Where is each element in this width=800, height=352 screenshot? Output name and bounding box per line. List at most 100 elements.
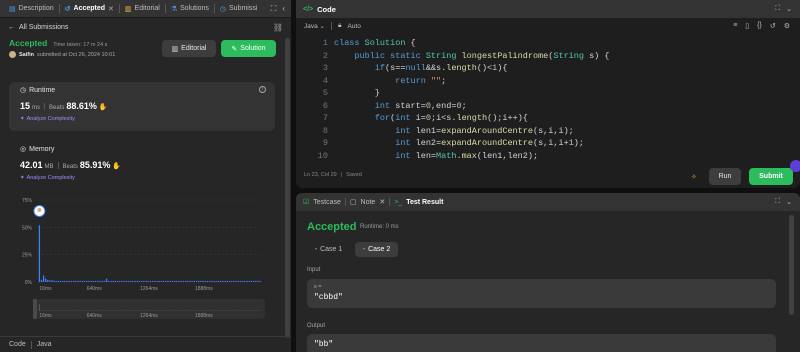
mini-bar (47, 310, 49, 311)
lock-icon: 🔒︎ (338, 22, 342, 29)
case-tab-1[interactable]: • Case 1 (307, 242, 350, 257)
mini-bar (218, 310, 220, 311)
bar (206, 280, 209, 282)
mini-bar (244, 310, 246, 311)
tab-testcase[interactable]: Testcase (313, 199, 341, 206)
close-icon[interactable]: ✕ (108, 5, 114, 13)
runtime-card[interactable]: ◷ Runtime i 15 ms Beats 88.61% ✋ ✦ Analyze… (9, 82, 275, 131)
mode-label[interactable]: Auto (347, 23, 360, 30)
close-icon[interactable]: ✕ (379, 198, 385, 206)
expand-icon[interactable]: ⛶ (775, 5, 780, 13)
tab-editorial[interactable]: ▥ Editorial (120, 0, 165, 18)
solution-button[interactable]: ✎ Solution (221, 40, 276, 57)
info-icon[interactable]: i (259, 86, 266, 93)
bar (231, 280, 233, 282)
ai-assistant-icon[interactable] (790, 160, 800, 172)
runtime-distribution-chart[interactable]: 75% 50% 25% 0% 16ms 640ms 1264ms 1888ms 16ms 640m… (0, 193, 290, 323)
code-line: class Solution { (334, 38, 416, 48)
code-editor[interactable]: 1 class Solution { 2 public static Strin… (296, 38, 800, 164)
y-tick-label: 0% (25, 280, 33, 286)
code-line: } (334, 88, 380, 98)
collapse-icon[interactable]: ‹ (282, 4, 285, 14)
submit-button[interactable]: Submit (749, 168, 793, 185)
analyze-label: Analyze Complexity (26, 116, 75, 122)
scrollbar[interactable] (789, 215, 794, 315)
solution-label: Solution (240, 45, 266, 52)
language-select[interactable]: Java ⌄ (304, 22, 325, 30)
back-to-submissions[interactable]: ← All Submissions ⛓ (0, 18, 291, 36)
runtime-stats: 15 ms Beats 88.61% ✋ (20, 101, 108, 111)
analyze-complexity-link[interactable]: ✦ Analyze Complexity (20, 116, 75, 122)
tab-test-result[interactable]: Test Result (406, 199, 443, 206)
format-icon[interactable]: ≡ (733, 22, 737, 30)
bar (132, 280, 134, 282)
mini-bar (53, 310, 55, 311)
bar (59, 280, 62, 282)
avatar (9, 51, 16, 58)
note-icon: ▢ (349, 199, 357, 206)
bar (156, 280, 158, 282)
case-tab-2[interactable]: • Case 2 (355, 242, 399, 257)
beats-label: Beats (49, 105, 65, 111)
bar (92, 280, 94, 282)
analyze-label: Analyze Complexity (26, 175, 75, 181)
bar (141, 280, 143, 282)
settings-icon[interactable]: ⚙ (784, 22, 790, 30)
tab-submissions[interactable]: ◷ Submissi (215, 0, 263, 18)
tab-solutions[interactable]: ⚗ Solutions (166, 0, 214, 18)
bar (79, 280, 81, 282)
line-number: 5 (322, 88, 328, 98)
debugger-icon[interactable]: ✧ (691, 173, 697, 181)
mini-bar (224, 310, 226, 311)
memory-card[interactable]: ◎ Memory 42.01 MB Beats 85.91% ✋ ✦ Analyze… (9, 141, 275, 190)
mini-bar (213, 310, 215, 311)
mini-bar (51, 310, 53, 311)
bookmark-icon[interactable]: ▯ (745, 22, 749, 30)
bar (162, 280, 165, 282)
share-link-icon[interactable]: ⛓ (273, 23, 283, 32)
bar (75, 280, 77, 282)
mini-bar (88, 310, 90, 311)
divider (30, 340, 32, 349)
tab-label: Accepted (73, 5, 106, 12)
expand-icon[interactable]: ⛶ (271, 4, 277, 14)
input-value: "cbbd" (314, 293, 343, 302)
expand-icon[interactable]: ⛶ (775, 198, 780, 206)
bar (244, 280, 246, 282)
editor-status: Ln 23, Col 29 | Saved (304, 172, 362, 178)
line-number: 6 (322, 100, 328, 111)
mini-bar (178, 310, 180, 311)
mini-bar (57, 310, 59, 311)
bar (191, 280, 193, 282)
tab-note[interactable]: Note (361, 199, 376, 206)
run-button[interactable]: Run (709, 168, 741, 185)
bar (57, 280, 60, 282)
braces-icon[interactable]: {} (757, 22, 762, 30)
test-header-controls: ⛶ ⌄ (775, 198, 800, 206)
username[interactable]: Saifin (19, 52, 34, 58)
bar (119, 280, 121, 282)
tab-description[interactable]: ▤ Description (4, 0, 59, 18)
collapse-icon[interactable]: ⌄ (786, 198, 792, 206)
bar (255, 280, 257, 282)
memory-title: ◎ Memory (20, 145, 54, 154)
bar (189, 280, 191, 282)
mini-bar (198, 310, 200, 311)
runtime-label: Runtime (29, 86, 56, 94)
memory-value: 42.01 (20, 160, 43, 170)
mini-bar (116, 310, 118, 311)
analyze-complexity-link[interactable]: ✦ Analyze Complexity (20, 175, 75, 181)
collapse-icon[interactable]: ⌄ (786, 5, 792, 13)
mini-bar (231, 310, 233, 311)
editorial-button[interactable]: ▥ Editorial (162, 40, 216, 57)
reset-icon[interactable]: ↺ (770, 22, 776, 30)
scrollbar[interactable] (285, 38, 290, 338)
bar (248, 280, 250, 282)
divider (389, 198, 391, 206)
mini-bar (145, 310, 147, 311)
book-icon: ▥ (171, 45, 179, 53)
bar (200, 280, 202, 282)
tab-accepted[interactable]: ↺ Accepted ✕ (60, 0, 119, 18)
mini-bar (114, 310, 116, 311)
bar (259, 280, 261, 282)
